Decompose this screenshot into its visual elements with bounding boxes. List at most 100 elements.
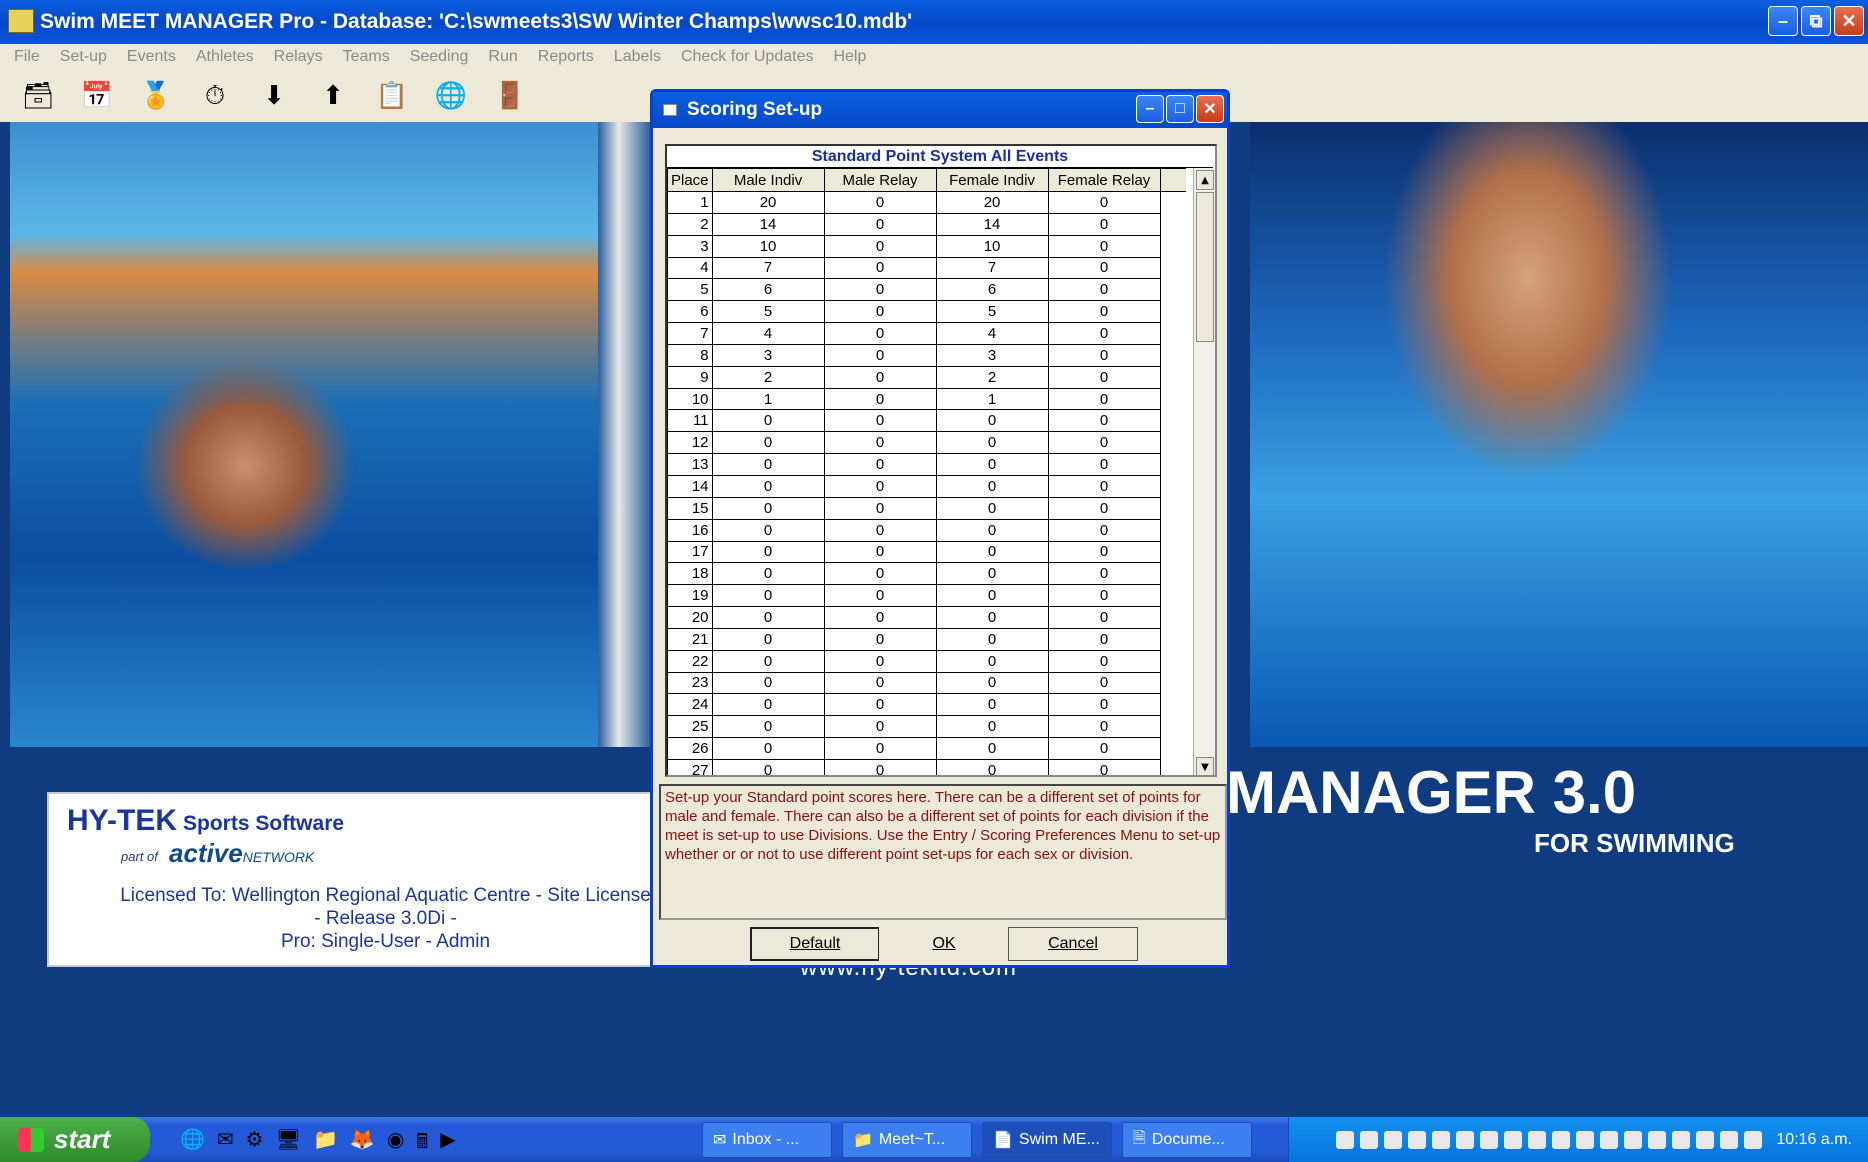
points-cell[interactable]: 0	[711, 584, 825, 608]
tray-icon[interactable]	[1360, 1130, 1379, 1149]
points-cell[interactable]: 5	[711, 300, 825, 324]
menu-relays[interactable]: Relays	[274, 48, 323, 66]
points-cell[interactable]: 0	[823, 234, 937, 258]
exit-door-icon[interactable]: 🚪	[494, 77, 526, 115]
default-button[interactable]: Default	[750, 927, 880, 961]
points-cell[interactable]: 0	[1047, 322, 1161, 345]
points-cell[interactable]: 0	[823, 300, 937, 324]
points-cell[interactable]: 0	[823, 758, 937, 775]
points-cell[interactable]: 0	[1047, 649, 1161, 673]
points-cell[interactable]: 0	[823, 606, 937, 629]
points-cell[interactable]: 0	[935, 474, 1049, 498]
points-cell[interactable]: 0	[935, 453, 1049, 476]
points-cell[interactable]: 0	[935, 649, 1049, 673]
points-cell[interactable]: 0	[711, 518, 825, 542]
points-cell[interactable]: 0	[935, 758, 1049, 775]
points-cell[interactable]: 10	[935, 234, 1049, 258]
points-cell[interactable]: 0	[823, 322, 937, 345]
points-cell[interactable]: 0	[823, 409, 937, 433]
points-cell[interactable]: 0	[935, 693, 1049, 717]
menu-file[interactable]: File	[14, 48, 40, 66]
points-cell[interactable]: 0	[711, 453, 825, 476]
scroll-thumb[interactable]	[1196, 192, 1214, 342]
close-button[interactable]: ✕	[1834, 6, 1864, 36]
menu-setup[interactable]: Set-up	[60, 48, 107, 66]
task-inbox[interactable]: ✉ Inbox - ...	[702, 1122, 832, 1158]
tray-icon[interactable]	[1672, 1130, 1691, 1149]
database-upload-icon[interactable]: 🗃	[22, 77, 55, 115]
notepad-icon[interactable]: 📋	[376, 77, 408, 115]
tray-icon[interactable]	[1408, 1130, 1427, 1149]
points-cell[interactable]: 2	[935, 365, 1049, 389]
outlook-icon[interactable]: ✉	[217, 1127, 234, 1161]
points-cell[interactable]: 0	[823, 343, 937, 367]
points-cell[interactable]: 0	[1047, 409, 1161, 433]
points-cell[interactable]: 1	[711, 387, 825, 411]
points-cell[interactable]: 2	[711, 365, 825, 389]
points-cell[interactable]: 0	[1047, 758, 1161, 775]
chrome-icon[interactable]: ◉	[387, 1127, 404, 1161]
points-cell[interactable]: 0	[711, 758, 825, 775]
menu-teams[interactable]: Teams	[343, 48, 390, 66]
points-cell[interactable]: 0	[711, 474, 825, 498]
tray-icon[interactable]	[1480, 1130, 1499, 1149]
points-cell[interactable]: 0	[823, 496, 937, 520]
menu-labels[interactable]: Labels	[614, 48, 661, 66]
points-cell[interactable]: 0	[1047, 518, 1161, 542]
points-cell[interactable]: 0	[823, 212, 937, 236]
globe-icon[interactable]: 🌐	[435, 77, 467, 115]
points-cell[interactable]: 0	[935, 409, 1049, 433]
tray-icon[interactable]	[1648, 1130, 1667, 1149]
points-cell[interactable]: 0	[1047, 256, 1161, 280]
tray-icon[interactable]	[1336, 1130, 1355, 1149]
points-cell[interactable]: 0	[1047, 606, 1161, 629]
task-meet-folder[interactable]: 📁 Meet~T...	[842, 1122, 972, 1158]
tray-icon[interactable]	[1552, 1130, 1571, 1149]
points-cell[interactable]: 0	[823, 737, 937, 760]
tray-icon[interactable]	[1432, 1130, 1451, 1149]
menu-check-updates[interactable]: Check for Updates	[681, 48, 814, 66]
points-cell[interactable]: 14	[935, 212, 1049, 236]
tray-icon[interactable]	[1528, 1130, 1547, 1149]
scroll-down-arrow-icon[interactable]: ▼	[1196, 757, 1214, 775]
points-cell[interactable]: 0	[1047, 212, 1161, 236]
points-cell[interactable]: 0	[823, 365, 937, 389]
points-cell[interactable]: 0	[711, 606, 825, 629]
tray-icon[interactable]	[1720, 1130, 1739, 1149]
points-cell[interactable]: 0	[711, 409, 825, 433]
points-cell[interactable]: 0	[1047, 387, 1161, 411]
points-cell[interactable]: 0	[1047, 431, 1161, 455]
points-cell[interactable]: 0	[823, 671, 937, 695]
points-cell[interactable]: 0	[823, 278, 937, 302]
points-cell[interactable]: 0	[823, 431, 937, 455]
points-cell[interactable]: 6	[935, 278, 1049, 302]
points-cell[interactable]: 0	[1047, 278, 1161, 302]
points-cell[interactable]: 0	[935, 737, 1049, 760]
points-cell[interactable]: 0	[823, 584, 937, 608]
desktop-icon[interactable]: 🖥	[276, 1127, 301, 1161]
points-cell[interactable]: 0	[711, 562, 825, 586]
points-cell[interactable]: 0	[823, 562, 937, 586]
points-cell[interactable]: 0	[823, 474, 937, 498]
start-button[interactable]: start	[0, 1117, 150, 1162]
points-cell[interactable]: 0	[935, 540, 1049, 564]
tray-icon[interactable]	[1456, 1130, 1475, 1149]
points-cell[interactable]: 0	[1047, 584, 1161, 608]
download-icon[interactable]: ⬇	[258, 77, 290, 115]
points-cell[interactable]: 7	[935, 256, 1049, 280]
stopwatch-icon[interactable]: ⏱	[199, 77, 231, 115]
minimize-button[interactable]: –	[1768, 6, 1798, 36]
points-cell[interactable]: 0	[1047, 234, 1161, 258]
points-cell[interactable]: 0	[1047, 562, 1161, 586]
grid-scrollbar[interactable]: ▲ ▼	[1193, 168, 1215, 775]
tray-icon[interactable]	[1576, 1130, 1595, 1149]
points-cell[interactable]: 0	[1047, 474, 1161, 498]
points-cell[interactable]: 4	[711, 322, 825, 345]
points-cell[interactable]: 3	[711, 343, 825, 367]
points-cell[interactable]: 0	[1047, 671, 1161, 695]
menu-seeding[interactable]: Seeding	[410, 48, 469, 66]
points-cell[interactable]: 10	[711, 234, 825, 258]
points-cell[interactable]: 1	[935, 387, 1049, 411]
points-cell[interactable]: 6	[711, 278, 825, 302]
points-cell[interactable]: 0	[711, 627, 825, 651]
